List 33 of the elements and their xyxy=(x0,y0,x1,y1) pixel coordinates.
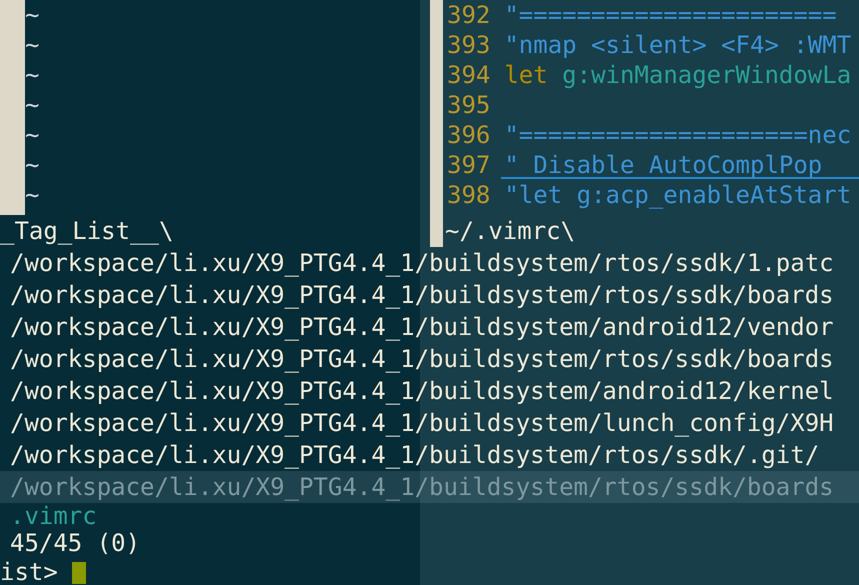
empty-line-marker: ~ xyxy=(25,31,40,59)
empty-line-marker: ~ xyxy=(25,181,40,209)
line-number: 392 xyxy=(447,0,490,30)
search-result[interactable]: /workspace/li.xu/X9_PTG4.4_1/buildsystem/android12/kernel xyxy=(0,375,859,407)
search-result[interactable]: /workspace/li.xu/X9_PTG4.4_1/buildsystem/rtos/ssdk/boards xyxy=(0,279,859,311)
line-number: 394 xyxy=(447,60,490,90)
code-line: let g:winManagerWindowLa xyxy=(504,60,852,90)
cursor xyxy=(72,562,86,584)
line-number: 397 xyxy=(447,150,490,180)
line-number: 393 xyxy=(447,30,490,60)
empty-line-marker: ~ xyxy=(25,91,40,119)
code-line: " Disable AutoComplPop xyxy=(504,150,824,180)
search-result[interactable]: /workspace/li.xu/X9_PTG4.4_1/buildsystem/rtos/ssdk/boards xyxy=(0,343,859,375)
status-line: _Tag_List__\ xyxy=(0,216,174,247)
code-line: "====================== xyxy=(504,0,838,30)
line-number: 396 xyxy=(447,120,490,150)
empty-line-marker: ~ xyxy=(25,61,40,89)
code-line: "nmap <silent> <F4> :WMT xyxy=(504,30,852,60)
search-result[interactable]: /workspace/li.xu/X9_PTG4.4_1/buildsystem/rtos/ssdk/.git/ xyxy=(0,439,859,471)
empty-line-marker: ~ xyxy=(25,1,40,29)
status-line: ~/.vimrc\ xyxy=(444,216,576,247)
line-number: 398 xyxy=(447,180,490,210)
line-number: 395 xyxy=(447,90,490,120)
search-result[interactable]: /workspace/li.xu/X9_PTG4.4_1/buildsystem/android12/vendor xyxy=(0,311,859,343)
search-result[interactable]: /workspace/li.xu/X9_PTG4.4_1/buildsystem/rtos/ssdk/1.patc xyxy=(0,247,859,279)
match-count: 45/45 (0) xyxy=(10,529,140,557)
empty-line-marker: ~ xyxy=(25,121,40,149)
code-line: "====================nec xyxy=(504,120,852,150)
empty-line-marker: ~ xyxy=(25,151,40,179)
prompt: ist> xyxy=(0,559,58,585)
file-name: .vimrc xyxy=(10,502,97,530)
code-line: "let g:acp_enableAtStart xyxy=(504,180,852,210)
search-result[interactable]: /workspace/li.xu/X9_PTG4.4_1/buildsystem/lunch_config/X9H xyxy=(0,407,859,439)
